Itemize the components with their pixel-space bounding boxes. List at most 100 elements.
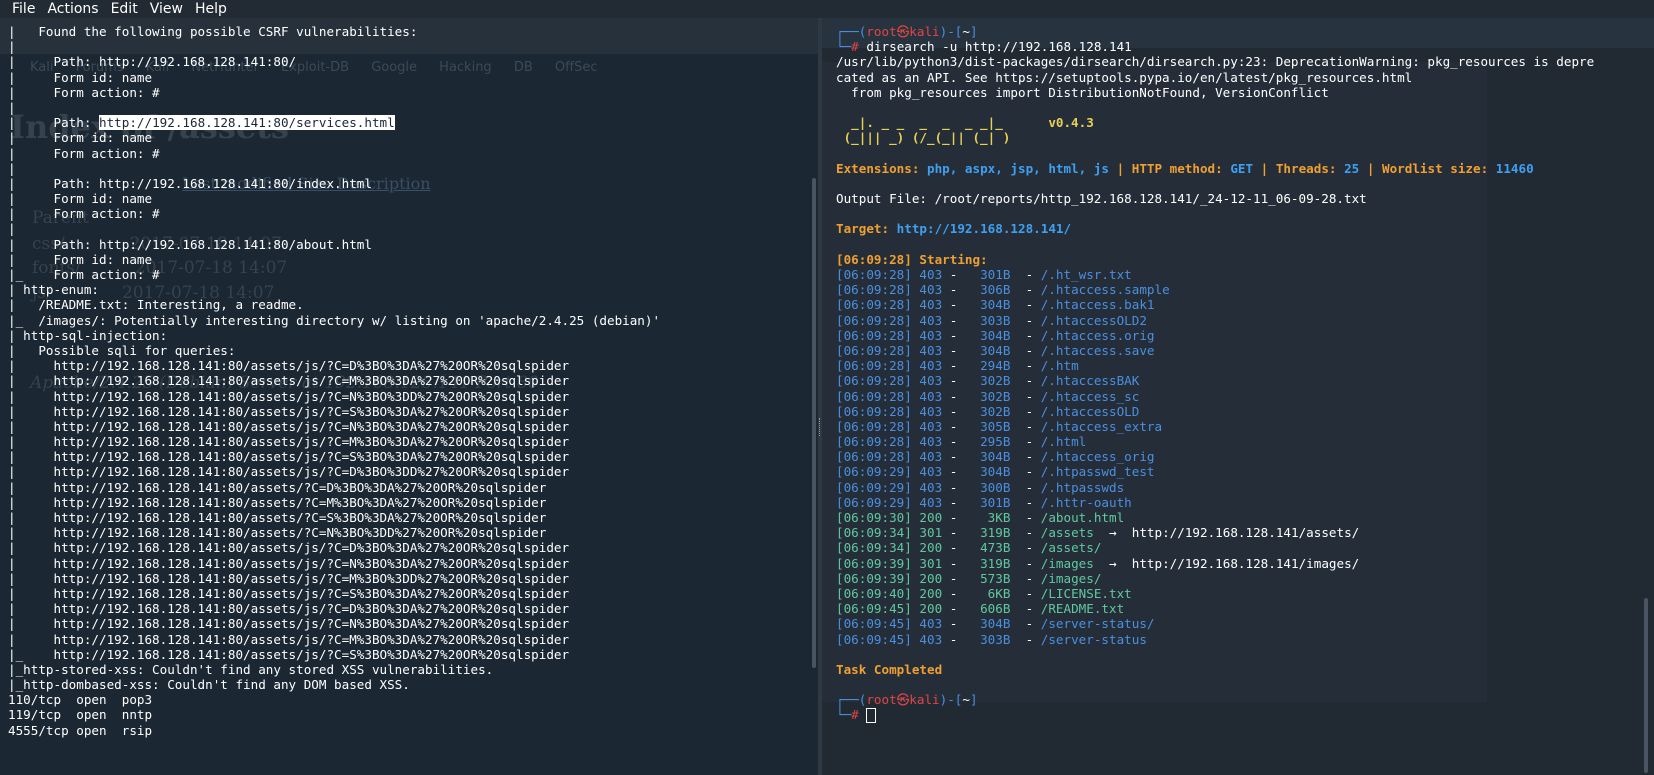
menu-file[interactable]: File bbox=[0, 0, 41, 18]
terminal-line: | http-sql-injection: bbox=[8, 327, 168, 343]
result-row: [06:09:29] 403 - 304B - /.htpasswd_test bbox=[836, 464, 1155, 480]
result-time: [06:09:28] bbox=[836, 342, 912, 358]
threads-label: Threads: bbox=[1275, 160, 1337, 176]
result-redirect: http://192.168.128.141/assets/ bbox=[1131, 525, 1360, 541]
menu-help[interactable]: Help bbox=[189, 0, 233, 18]
terminal-line: |_ Form action: # bbox=[8, 267, 160, 282]
result-time: [06:09:45] bbox=[836, 601, 912, 617]
prompt-host-2: kali bbox=[909, 692, 940, 708]
result-row: [06:09:45] 403 - 304B - /server-status/ bbox=[836, 616, 1155, 632]
terminal-line: | http://192.168.128.141:80/assets/js/?C… bbox=[8, 373, 570, 389]
result-path: /about.html bbox=[1040, 510, 1125, 525]
result-code: 403 bbox=[919, 297, 943, 313]
result-time: [06:09:28] bbox=[836, 297, 912, 313]
terminal-line: | Form action: # bbox=[8, 206, 160, 222]
result-row: [06:09:39] 301 - 319B - /images → http:/… bbox=[836, 555, 1360, 571]
result-code: 403 bbox=[919, 342, 943, 358]
result-path: /.htaccessOLD2 bbox=[1040, 312, 1147, 328]
result-row: [06:09:39] 200 - 573B - /images/ bbox=[836, 570, 1102, 586]
menu-bar: File Actions Edit View Help bbox=[0, 0, 1654, 18]
left-scrollbar[interactable] bbox=[812, 178, 816, 668]
result-row: [06:09:28] 403 - 302B - /.htaccess_sc bbox=[836, 388, 1140, 404]
task-completed-line: Task Completed bbox=[836, 661, 943, 677]
result-time: [06:09:28] bbox=[836, 373, 912, 389]
prompt-user: root bbox=[866, 24, 897, 39]
result-row: [06:09:28] 403 - 294B - /.htm bbox=[836, 358, 1079, 374]
result-code: 403 bbox=[919, 418, 943, 434]
right-scrollbar[interactable] bbox=[1644, 598, 1648, 773]
terminal-line: | http://192.168.128.141:80/assets/?C=D%… bbox=[8, 479, 547, 495]
result-path: /.ht_wsr.txt bbox=[1040, 267, 1132, 282]
wordlist-label: Wordlist size: bbox=[1382, 160, 1489, 176]
menu-view[interactable]: View bbox=[144, 0, 189, 18]
terminal-line: | http://192.168.128.141:80/assets/js/?C… bbox=[8, 616, 570, 632]
result-path: /.htaccess.bak1 bbox=[1040, 297, 1155, 313]
starting-line: [06:09:28] Starting: bbox=[836, 251, 988, 267]
terminal-line: | http://192.168.128.141:80/assets/js/?C… bbox=[8, 449, 570, 465]
result-row: [06:09:28] 403 - 304B - /.htaccess_orig bbox=[836, 449, 1155, 465]
result-code: 403 bbox=[919, 449, 943, 465]
terminal-line: | bbox=[8, 221, 16, 237]
terminal-line: | bbox=[8, 99, 16, 115]
result-path: /server-status/ bbox=[1040, 616, 1155, 632]
result-path: /.htpasswds bbox=[1040, 479, 1125, 495]
terminal-line: | http://192.168.128.141:80/assets/?C=S%… bbox=[8, 510, 547, 525]
result-size: 6KB bbox=[987, 585, 1011, 601]
terminal-line: | http://192.168.128.141:80/assets/js/?C… bbox=[8, 418, 570, 434]
result-row: [06:09:29] 403 - 300B - /.htpasswds bbox=[836, 479, 1125, 495]
menu-actions[interactable]: Actions bbox=[41, 0, 104, 18]
prompt-dir-2: ~ bbox=[962, 692, 970, 708]
logo-top: _|. _ _ _ _ _ _|_ bbox=[836, 115, 1003, 131]
result-path: /server-status bbox=[1040, 631, 1147, 647]
result-time: [06:09:39] bbox=[836, 555, 912, 571]
result-row: [06:09:28] 403 - 302B - /.htaccessOLD bbox=[836, 403, 1140, 419]
result-path: /images bbox=[1040, 555, 1094, 571]
terminal-line: | http://192.168.128.141:80/assets/js/?C… bbox=[8, 570, 570, 586]
result-size: 304B bbox=[980, 297, 1011, 313]
terminal-line: | http://192.168.128.141:80/assets/js/?C… bbox=[8, 631, 570, 647]
result-code: 403 bbox=[919, 403, 943, 419]
result-size: 304B bbox=[980, 616, 1011, 632]
result-time: [06:09:28] bbox=[836, 282, 912, 298]
result-time: [06:09:34] bbox=[836, 540, 912, 556]
result-path: /.httr-oauth bbox=[1040, 494, 1132, 510]
result-time: [06:09:45] bbox=[836, 616, 912, 632]
result-code: 200 bbox=[919, 585, 943, 601]
result-size: 304B bbox=[980, 464, 1011, 480]
input-line[interactable]: └─# bbox=[836, 707, 1654, 724]
terminal-line: | Form id: name bbox=[8, 69, 153, 85]
result-size: 473B bbox=[980, 540, 1011, 556]
result-size: 301B bbox=[980, 267, 1011, 282]
result-time: [06:09:28] bbox=[836, 418, 912, 434]
result-time: [06:09:28] bbox=[836, 434, 912, 450]
result-size: 303B bbox=[980, 631, 1011, 647]
terminal-line: | Path: http://192.168.128.141:80/ bbox=[8, 54, 297, 70]
result-size: 294B bbox=[980, 358, 1011, 374]
result-row: [06:09:28] 403 - 304B - /.htaccess.orig bbox=[836, 327, 1155, 343]
right-terminal-pane[interactable]: ┌──(root㉿kali)-[~] └─# dirsearch -u http:… bbox=[822, 18, 1654, 775]
menu-edit[interactable]: Edit bbox=[105, 0, 144, 18]
result-size: 305B bbox=[980, 418, 1011, 434]
result-code: 403 bbox=[919, 388, 943, 404]
result-size: 606B bbox=[980, 601, 1011, 617]
terminal-line: | Form action: # bbox=[8, 145, 160, 161]
prompt-host: kali bbox=[909, 24, 940, 39]
result-row: [06:09:28] 403 - 295B - /.html bbox=[836, 434, 1087, 450]
left-terminal-output: | Found the following possible CSRF vuln… bbox=[0, 18, 818, 775]
result-row: [06:09:28] 403 - 305B - /.htaccess_extra bbox=[836, 418, 1163, 434]
result-code: 403 bbox=[919, 434, 943, 450]
left-terminal-pane[interactable]: Kali Forums Kali NetHunter Exploit-DB Go… bbox=[0, 18, 818, 775]
result-row: [06:09:45] 200 - 606B - /README.txt bbox=[836, 601, 1125, 617]
terminal-line: | Path: http://192.168.128.141:80/index.… bbox=[8, 175, 372, 191]
terminal-line: | http://192.168.128.141:80/assets/js/?C… bbox=[8, 601, 570, 617]
terminal-line: | http://192.168.128.141:80/assets/js/?C… bbox=[8, 434, 570, 450]
result-size: 302B bbox=[980, 403, 1011, 419]
result-path: /assets/ bbox=[1040, 540, 1102, 556]
extensions-value: php, aspx, jsp, html, js bbox=[927, 160, 1109, 176]
result-redirect: http://192.168.128.141/images/ bbox=[1131, 555, 1360, 571]
selected-path-text[interactable]: http://192.168.128.141:80/services.html bbox=[99, 115, 395, 131]
result-code: 403 bbox=[919, 312, 943, 328]
result-size: 304B bbox=[980, 449, 1011, 465]
result-code: 403 bbox=[919, 358, 943, 374]
result-path: /assets bbox=[1040, 525, 1094, 541]
